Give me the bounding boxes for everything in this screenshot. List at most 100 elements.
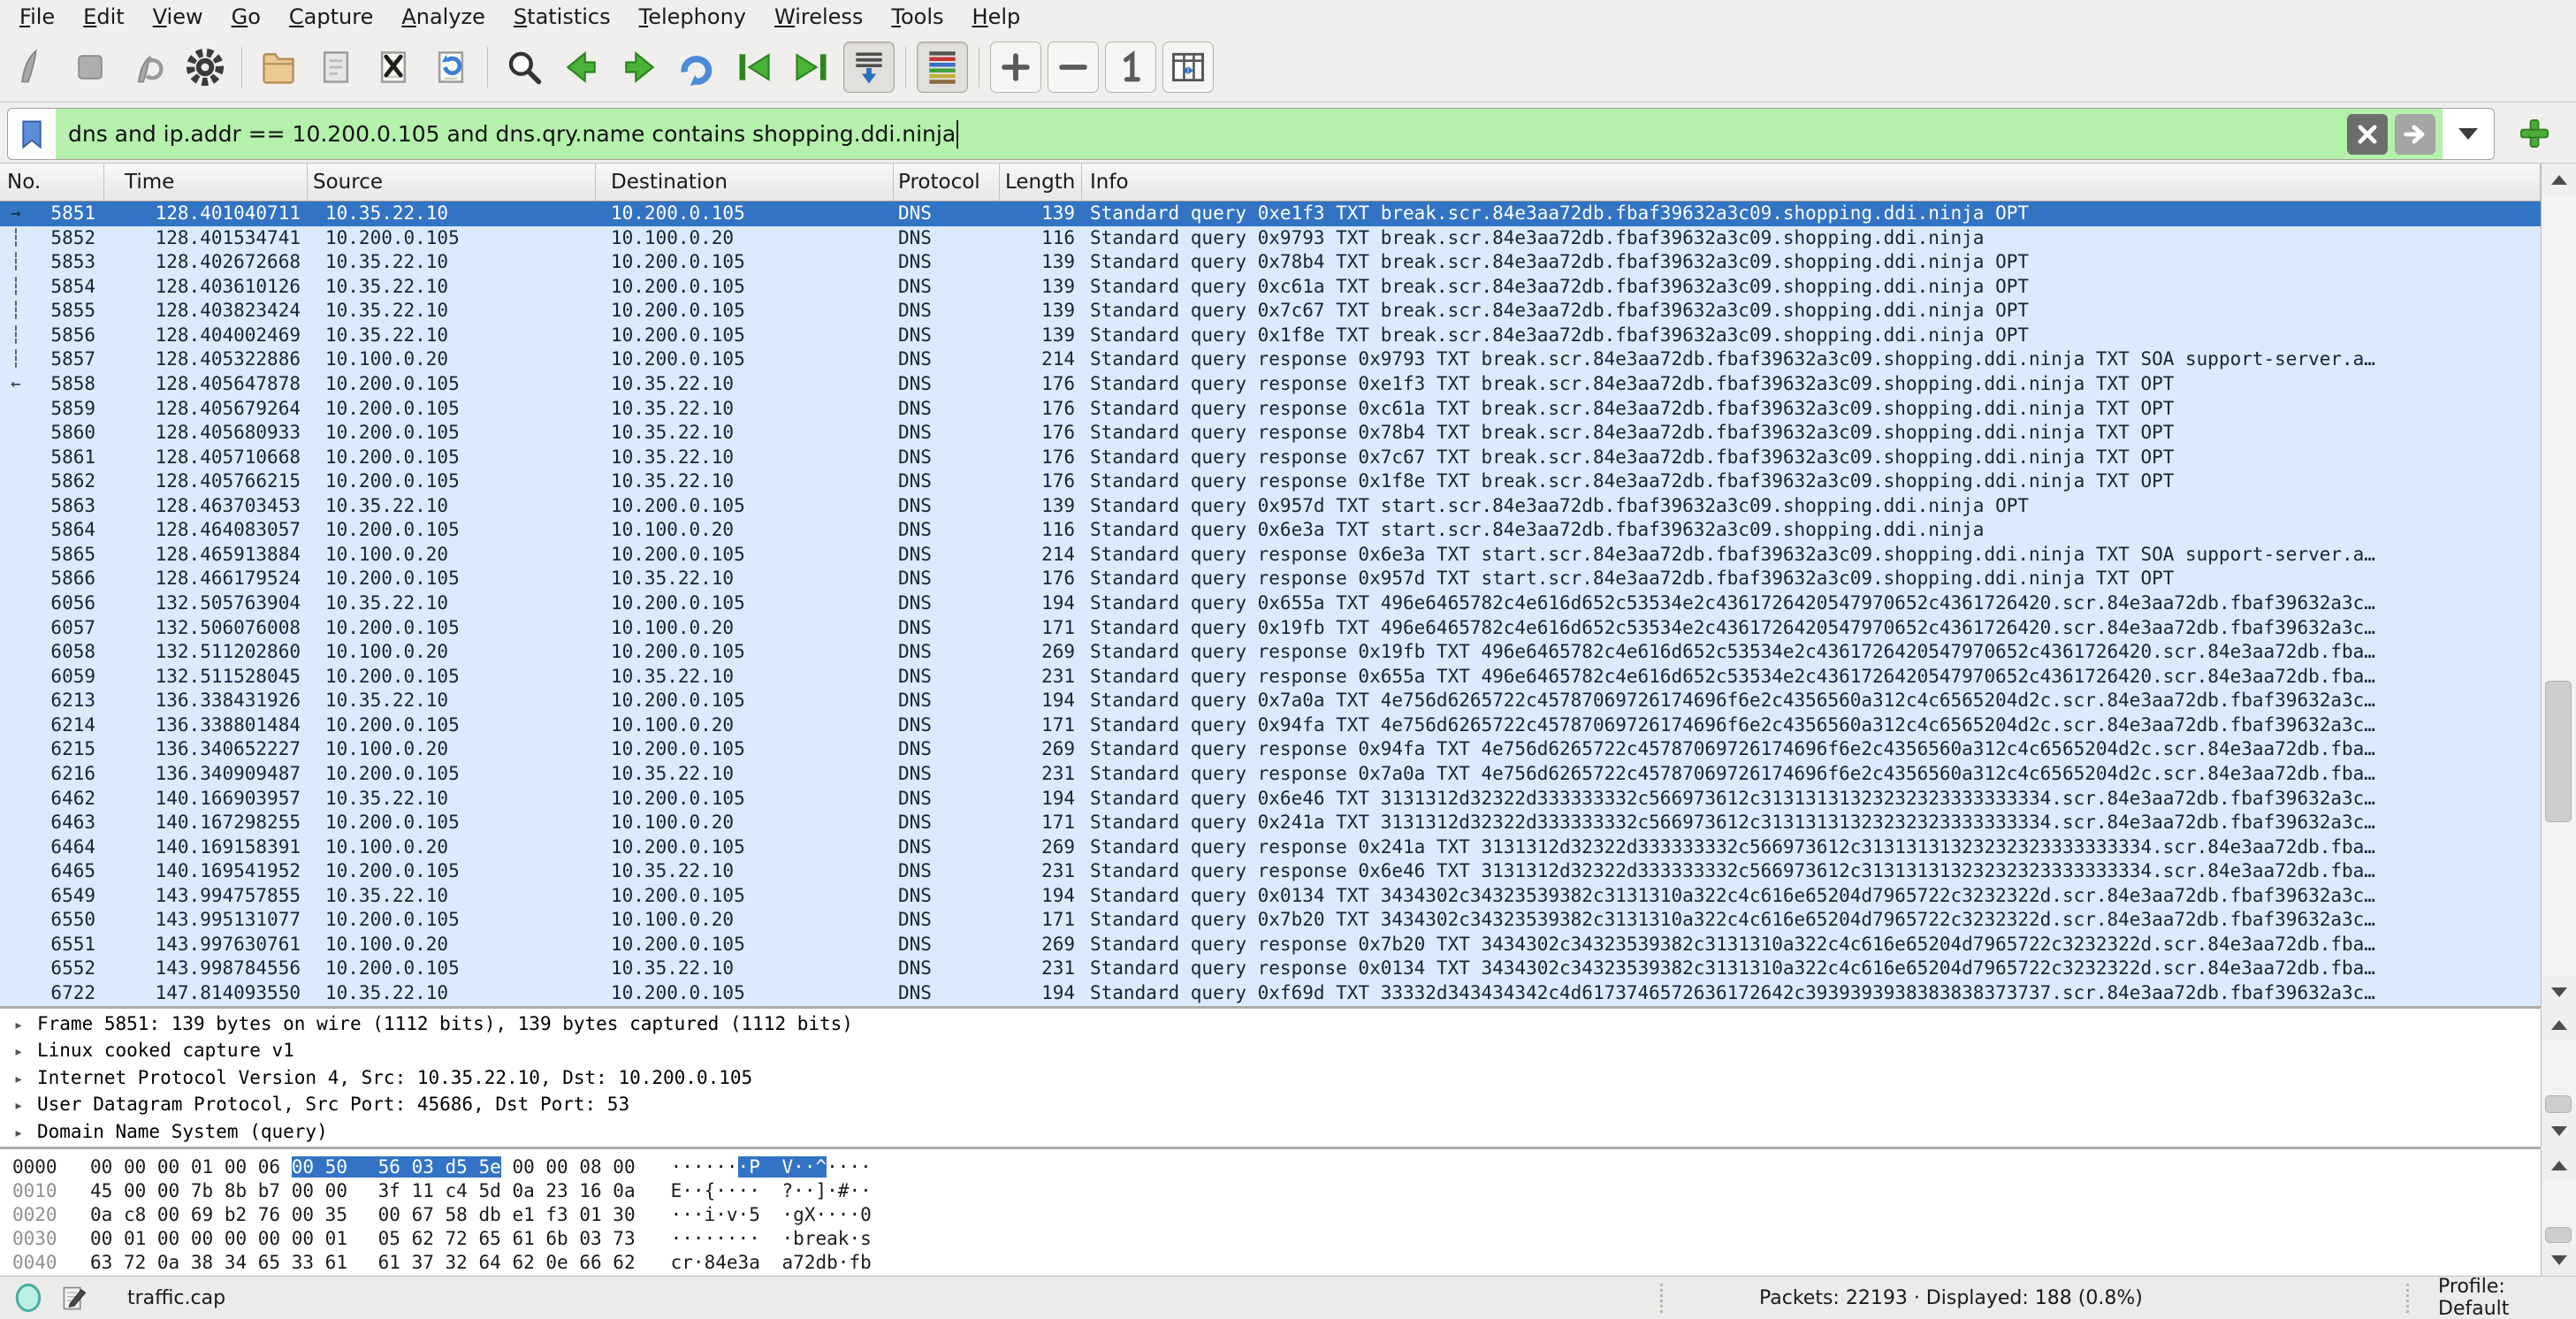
- packet-row-6057[interactable]: 6057132.50607600810.200.0.10510.100.0.20…: [0, 616, 2541, 641]
- capture-file-properties-icon[interactable]: [14, 1283, 42, 1313]
- packet-row-5858[interactable]: ←5858128.40564787810.200.0.10510.35.22.1…: [0, 372, 2541, 397]
- packet-row-6213[interactable]: 6213136.33843192610.35.22.1010.200.0.105…: [0, 689, 2541, 713]
- column-header-no[interactable]: No.: [0, 164, 104, 201]
- scroll-down-button[interactable]: [2542, 1244, 2576, 1276]
- menu-item-edit[interactable]: Edit: [69, 4, 138, 29]
- detail-line[interactable]: ▸User Datagram Protocol, Src Port: 45686…: [0, 1091, 2541, 1117]
- bytes-scrollbar[interactable]: [2541, 1149, 2576, 1276]
- packet-list-scrollbar[interactable]: [2541, 164, 2576, 1008]
- packet-row-5866[interactable]: 5866128.46617952410.200.0.10510.35.22.10…: [0, 567, 2541, 591]
- toolbar-button-go-last[interactable]: [786, 42, 837, 93]
- packet-row-6056[interactable]: 6056132.50576390410.35.22.1010.200.0.105…: [0, 591, 2541, 616]
- toolbar-button-resize-columns[interactable]: [1162, 42, 1214, 93]
- toolbar-button-zoom-original[interactable]: [1105, 42, 1156, 93]
- toolbar-button-close-file[interactable]: [368, 42, 419, 93]
- menu-item-capture[interactable]: Capture: [275, 4, 387, 29]
- scroll-up-button[interactable]: [2542, 1009, 2576, 1041]
- packet-row-6216[interactable]: 6216136.34090948710.200.0.10510.35.22.10…: [0, 762, 2541, 787]
- packet-row-6722[interactable]: 6722147.81409355010.35.22.1010.200.0.105…: [0, 981, 2541, 1006]
- packet-row-5859[interactable]: 5859128.40567926410.200.0.10510.35.22.10…: [0, 397, 2541, 422]
- menu-item-file[interactable]: File: [5, 4, 69, 29]
- scrollbar-thumb[interactable]: [2545, 1227, 2572, 1243]
- menu-item-help[interactable]: Help: [958, 4, 1035, 29]
- menu-item-go[interactable]: Go: [217, 4, 275, 29]
- packet-row-5855[interactable]: ┆5855128.40382342410.35.22.1010.200.0.10…: [0, 299, 2541, 324]
- expander-triangle-icon[interactable]: ▸: [0, 1120, 37, 1147]
- packet-row-6462[interactable]: 6462140.16690395710.35.22.1010.200.0.105…: [0, 787, 2541, 812]
- packet-row-6551[interactable]: 6551143.99763076110.100.0.2010.200.0.105…: [0, 933, 2541, 957]
- filter-apply-button[interactable]: [2395, 114, 2435, 155]
- menu-item-statistics[interactable]: Statistics: [499, 4, 625, 29]
- detail-line[interactable]: ▸Internet Protocol Version 4, Src: 10.35…: [0, 1064, 2541, 1091]
- packet-row-6550[interactable]: 6550143.99513107710.200.0.10510.100.0.20…: [0, 908, 2541, 933]
- expander-triangle-icon[interactable]: ▸: [0, 1039, 37, 1065]
- detail-line[interactable]: ▸Domain Name System (query): [0, 1118, 2541, 1145]
- column-header-destination[interactable]: Destination: [596, 164, 894, 201]
- packet-row-5864[interactable]: 5864128.46408305710.200.0.10510.100.0.20…: [0, 518, 2541, 543]
- expander-triangle-icon[interactable]: ▸: [0, 1066, 37, 1093]
- expander-triangle-icon[interactable]: ▸: [0, 1093, 37, 1119]
- menu-item-analyze[interactable]: Analyze: [387, 4, 499, 29]
- hex-row-0030[interactable]: 003000 01 00 00 00 00 00 01 05 62 72 65 …: [0, 1227, 2541, 1251]
- column-header-time[interactable]: Time: [104, 164, 308, 201]
- toolbar-button-go-first[interactable]: [728, 42, 780, 93]
- packet-row-5860[interactable]: 5860128.40568093310.200.0.10510.35.22.10…: [0, 421, 2541, 446]
- toolbar-button-auto-scroll[interactable]: [843, 42, 895, 93]
- hex-row-0020[interactable]: 00200a c8 00 69 b2 76 00 35 00 67 58 db …: [0, 1203, 2541, 1227]
- hex-row-0000[interactable]: 000000 00 00 01 00 06 00 50 56 03 d5 5e …: [0, 1155, 2541, 1179]
- scroll-up-button[interactable]: [2542, 1149, 2576, 1181]
- hex-row-0010[interactable]: 001045 00 00 7b 8b b7 00 00 3f 11 c4 5d …: [0, 1179, 2541, 1203]
- packet-row-5853[interactable]: ┆5853128.40267266810.35.22.1010.200.0.10…: [0, 250, 2541, 275]
- capture-comment-icon[interactable]: [62, 1284, 88, 1312]
- toolbar-button-reload-file[interactable]: [425, 42, 476, 93]
- menu-item-view[interactable]: View: [139, 4, 217, 29]
- details-scrollbar[interactable]: [2541, 1009, 2576, 1147]
- toolbar-button-zoom-in[interactable]: [990, 42, 1041, 93]
- column-header-info[interactable]: Info: [1082, 164, 2541, 201]
- packet-row-6058[interactable]: 6058132.51120286010.100.0.2010.200.0.105…: [0, 640, 2541, 665]
- packet-row-6465[interactable]: 6465140.16954195210.200.0.10510.35.22.10…: [0, 859, 2541, 884]
- expander-triangle-icon[interactable]: ▸: [0, 1012, 37, 1039]
- scrollbar-thumb[interactable]: [2545, 681, 2572, 822]
- filter-clear-button[interactable]: [2347, 114, 2388, 155]
- toolbar-button-open-file[interactable]: [253, 42, 304, 93]
- toolbar-button-colorize[interactable]: [917, 42, 968, 93]
- toolbar-button-go-to-packet[interactable]: [671, 42, 722, 93]
- profile-selector[interactable]: Profile: Default: [2438, 1276, 2576, 1319]
- packet-row-5857[interactable]: ┆5857128.40532288610.100.0.2010.200.0.10…: [0, 347, 2541, 372]
- packet-row-5863[interactable]: 5863128.46370345310.35.22.1010.200.0.105…: [0, 494, 2541, 519]
- toolbar-button-go-previous[interactable]: [556, 42, 607, 93]
- packet-row-6549[interactable]: 6549143.99475785510.35.22.1010.200.0.105…: [0, 884, 2541, 909]
- menu-item-telephony[interactable]: Telephony: [625, 4, 760, 29]
- packet-row-5854[interactable]: ┆5854128.40361012610.35.22.1010.200.0.10…: [0, 275, 2541, 300]
- toolbar-button-go-next[interactable]: [614, 42, 665, 93]
- toolbar-button-find-packet[interactable]: [499, 42, 550, 93]
- scroll-down-button[interactable]: [2542, 1115, 2576, 1147]
- packet-row-5856[interactable]: ┆5856128.40400246910.35.22.1010.200.0.10…: [0, 324, 2541, 348]
- detail-line[interactable]: ▸Linux cooked capture v1: [0, 1037, 2541, 1064]
- menu-item-tools[interactable]: Tools: [877, 4, 957, 29]
- scroll-up-button[interactable]: [2542, 164, 2576, 195]
- scroll-down-button[interactable]: [2542, 976, 2576, 1008]
- packet-row-5852[interactable]: ┆5852128.40153474110.200.0.10510.100.0.2…: [0, 226, 2541, 251]
- column-header-protocol[interactable]: Protocol: [894, 164, 1000, 201]
- packet-row-5862[interactable]: 5862128.40576621510.200.0.10510.35.22.10…: [0, 469, 2541, 494]
- filter-input[interactable]: dns and ip.addr == 10.200.0.105 and dns.…: [56, 109, 2443, 159]
- filter-bookmark-icon[interactable]: [8, 109, 56, 159]
- menu-item-wireless[interactable]: Wireless: [760, 4, 877, 29]
- detail-line[interactable]: ▸Frame 5851: 139 bytes on wire (1112 bit…: [0, 1010, 2541, 1037]
- packet-row-6215[interactable]: 6215136.34065222710.100.0.2010.200.0.105…: [0, 737, 2541, 762]
- packet-row-6464[interactable]: 6464140.16915839110.100.0.2010.200.0.105…: [0, 835, 2541, 860]
- packet-row-5865[interactable]: 5865128.46591388410.100.0.2010.200.0.105…: [0, 543, 2541, 568]
- packet-row-6463[interactable]: 6463140.16729825510.200.0.10510.100.0.20…: [0, 811, 2541, 835]
- scrollbar-thumb[interactable]: [2545, 1095, 2572, 1113]
- packet-row-6059[interactable]: 6059132.51152804510.200.0.10510.35.22.10…: [0, 665, 2541, 690]
- column-header-source[interactable]: Source: [308, 164, 596, 201]
- packet-row-6214[interactable]: 6214136.33880148410.200.0.10510.100.0.20…: [0, 713, 2541, 738]
- column-header-length[interactable]: Length: [1000, 164, 1082, 201]
- packet-row-5851[interactable]: →5851128.40104071110.35.22.1010.200.0.10…: [0, 202, 2541, 226]
- toolbar-button-zoom-out[interactable]: [1048, 42, 1099, 93]
- hex-row-0040[interactable]: 004063 72 0a 38 34 65 33 61 61 37 32 64 …: [0, 1251, 2541, 1275]
- display-filter-field[interactable]: dns and ip.addr == 10.200.0.105 and dns.…: [7, 108, 2495, 160]
- packet-row-6552[interactable]: 6552143.99878455610.200.0.10510.35.22.10…: [0, 957, 2541, 981]
